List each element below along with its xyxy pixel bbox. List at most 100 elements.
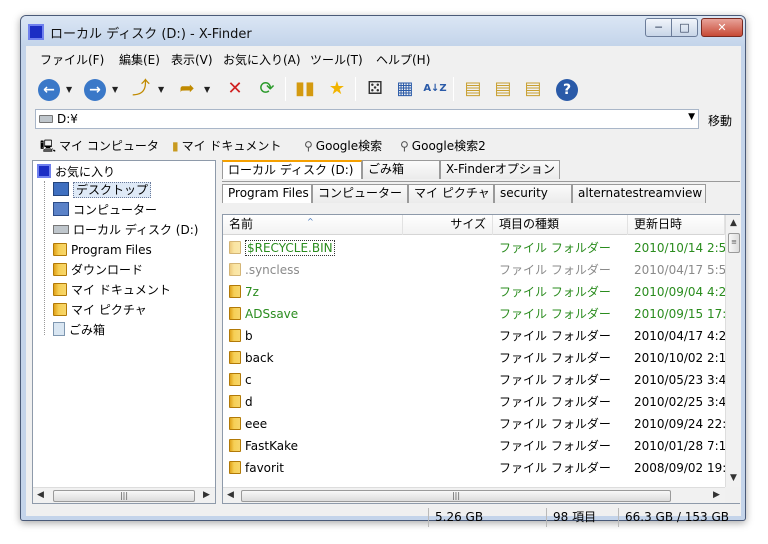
tab-recycle-bin[interactable]: ごみ箱 xyxy=(362,160,440,179)
tab-computer[interactable]: コンピューター xyxy=(312,184,408,203)
pane3-icon[interactable]: ▤ xyxy=(520,76,546,102)
scroll-thumb[interactable]: ||| xyxy=(241,490,671,502)
documents-icon xyxy=(53,283,67,296)
menu-favorites[interactable]: お気に入り(A) xyxy=(223,51,301,68)
file-row[interactable]: ADSsave ファイル フォルダー 2010/09/15 17:1 xyxy=(223,303,725,325)
menu-edit[interactable]: 編集(E) xyxy=(119,51,160,68)
column-type[interactable]: 項目の種類 xyxy=(493,215,628,235)
file-list-horizontal-scrollbar[interactable]: ◀ ||| ▶ xyxy=(223,487,725,503)
pane2-icon[interactable]: ▤ xyxy=(490,76,516,102)
tree-label: お気に入り xyxy=(55,165,116,179)
file-name: b xyxy=(229,325,401,347)
back-icon[interactable]: ← xyxy=(36,76,62,102)
sort-az-icon[interactable]: A↓Z xyxy=(422,76,448,102)
tab-security[interactable]: security xyxy=(494,184,572,203)
scroll-down-icon[interactable]: ▼ xyxy=(730,473,737,483)
scroll-thumb[interactable]: ≡ xyxy=(728,233,740,253)
file-name-text: eee xyxy=(245,417,268,431)
column-name[interactable]: 名前 ^ xyxy=(223,215,403,235)
file-row[interactable]: eee ファイル フォルダー 2010/09/24 22:1 xyxy=(223,413,725,435)
details-view-icon[interactable]: ▦ xyxy=(392,76,418,102)
tab-xfinder-options[interactable]: X-Finderオプション xyxy=(440,160,560,179)
back-dropdown-icon[interactable]: ▼ xyxy=(66,85,72,94)
file-row[interactable]: .syncless ファイル フォルダー 2010/04/17 5:57 xyxy=(223,259,725,281)
folder-go-icon[interactable]: ➦ xyxy=(174,76,200,102)
column-date[interactable]: 更新日時 xyxy=(628,215,725,235)
tree-item-desktop[interactable]: デスクトップ xyxy=(53,182,152,200)
tree-item-drive-d[interactable]: ローカル ディスク (D:) xyxy=(53,222,198,240)
link-google-search-2[interactable]: ⚲ Google検索2 xyxy=(400,137,486,154)
refresh-icon[interactable]: ⟳ xyxy=(254,76,280,102)
title-bar[interactable]: ローカル ディスク (D:) - X-Finder ─ □ ✕ xyxy=(21,16,745,46)
file-row[interactable]: favorit ファイル フォルダー 2008/09/02 19:5 xyxy=(223,457,725,479)
file-row[interactable]: $RECYCLE.BIN ファイル フォルダー 2010/10/14 2:5 xyxy=(223,237,725,259)
tab-program-files[interactable]: Program Files xyxy=(222,184,312,203)
link-label: Google検索2 xyxy=(411,139,486,153)
tree-item-downloads[interactable]: ダウンロード xyxy=(53,262,143,280)
address-input[interactable]: D:¥ ▼ xyxy=(35,109,699,129)
tree-horizontal-scrollbar[interactable]: ◀ ||| ▶ xyxy=(33,487,215,503)
up-icon[interactable]: ⤴ xyxy=(128,76,154,102)
file-name-text: 7z xyxy=(245,285,259,299)
file-name-text: b xyxy=(245,329,253,343)
tree-item-recycle-bin[interactable]: ごみ箱 xyxy=(53,322,105,340)
tab-local-disk-d[interactable]: ローカル ディスク (D:) xyxy=(222,160,362,179)
link-my-documents[interactable]: ▮ マイ ドキュメント xyxy=(172,137,281,154)
tree-label: マイ ドキュメント xyxy=(71,283,171,297)
file-type: ファイル フォルダー xyxy=(499,373,611,387)
scroll-left-icon[interactable]: ◀ xyxy=(37,490,44,500)
file-name-text: ADSsave xyxy=(245,307,299,321)
folders-icon[interactable]: ▮▮ xyxy=(292,76,318,102)
computer-icon xyxy=(53,202,69,216)
help-icon[interactable]: ? xyxy=(554,76,580,102)
tree-root-favorites[interactable]: お気に入り xyxy=(37,164,115,182)
scroll-right-icon[interactable]: ▶ xyxy=(203,490,210,500)
dice-icon[interactable]: ⚄ xyxy=(362,76,388,102)
forward-dropdown-icon[interactable]: ▼ xyxy=(112,85,118,94)
file-name-text: back xyxy=(245,351,274,365)
file-row[interactable]: c ファイル フォルダー 2010/05/23 3:44 xyxy=(223,369,725,391)
link-google-search[interactable]: ⚲ Google検索 xyxy=(304,137,382,154)
tab-my-pictures[interactable]: マイ ピクチャ xyxy=(408,184,494,203)
menu-help[interactable]: ヘルプ(H) xyxy=(376,51,430,68)
close-button[interactable]: ✕ xyxy=(701,18,743,37)
scroll-right-icon[interactable]: ▶ xyxy=(713,490,720,500)
tree-label: デスクトップ xyxy=(73,182,152,198)
file-row[interactable]: 7z ファイル フォルダー 2010/09/04 4:26 xyxy=(223,281,725,303)
scroll-thumb[interactable]: ||| xyxy=(53,490,195,502)
tab-alternatestreamview[interactable]: alternatestreamview xyxy=(572,184,706,203)
link-my-computer[interactable]: 🖳 マイ コンピュータ xyxy=(40,137,159,158)
address-value[interactable]: D:¥ xyxy=(57,112,78,126)
folder-icon xyxy=(229,439,241,452)
folder-go-dropdown-icon[interactable]: ▼ xyxy=(204,85,210,94)
go-button[interactable]: 移動 xyxy=(708,112,732,129)
address-dropdown-icon[interactable]: ▼ xyxy=(688,112,695,122)
pane1-icon[interactable]: ▤ xyxy=(460,76,486,102)
file-date: 2010/04/17 4:29 xyxy=(634,329,725,343)
scroll-left-icon[interactable]: ◀ xyxy=(227,490,234,500)
maximize-button[interactable]: □ xyxy=(671,18,698,37)
favorite-star-icon[interactable]: ★ xyxy=(324,76,350,102)
up-dropdown-icon[interactable]: ▼ xyxy=(158,85,164,94)
file-list-vertical-scrollbar[interactable]: ▲ ≡ ▼ xyxy=(725,215,741,487)
column-size[interactable]: サイズ xyxy=(403,215,493,235)
menu-file[interactable]: ファイル(F) xyxy=(40,51,104,68)
menu-tools[interactable]: ツール(T) xyxy=(310,51,363,68)
menu-view[interactable]: 表示(V) xyxy=(171,51,213,68)
toolbar-separator xyxy=(355,77,356,101)
delete-icon[interactable]: ✕ xyxy=(222,76,248,102)
file-row[interactable]: b ファイル フォルダー 2010/04/17 4:29 xyxy=(223,325,725,347)
column-label: 名前 xyxy=(229,217,254,231)
tree-item-my-documents[interactable]: マイ ドキュメント xyxy=(53,282,171,300)
forward-icon[interactable]: → xyxy=(82,76,108,102)
tree-item-program-files[interactable]: Program Files xyxy=(53,242,152,260)
tree-item-computer[interactable]: コンピューター xyxy=(53,202,157,220)
file-row[interactable]: FastKake ファイル フォルダー 2010/01/28 7:15 xyxy=(223,435,725,457)
minimize-button[interactable]: ─ xyxy=(645,18,672,37)
file-row[interactable]: d ファイル フォルダー 2010/02/25 3:42 xyxy=(223,391,725,413)
file-row[interactable]: back ファイル フォルダー 2010/10/02 2:16 xyxy=(223,347,725,369)
scroll-up-icon[interactable]: ▲ xyxy=(730,218,737,228)
tree-line xyxy=(44,181,45,335)
tree-item-my-pictures[interactable]: マイ ピクチャ xyxy=(53,302,147,320)
file-date: 2010/01/28 7:15 xyxy=(634,439,725,453)
